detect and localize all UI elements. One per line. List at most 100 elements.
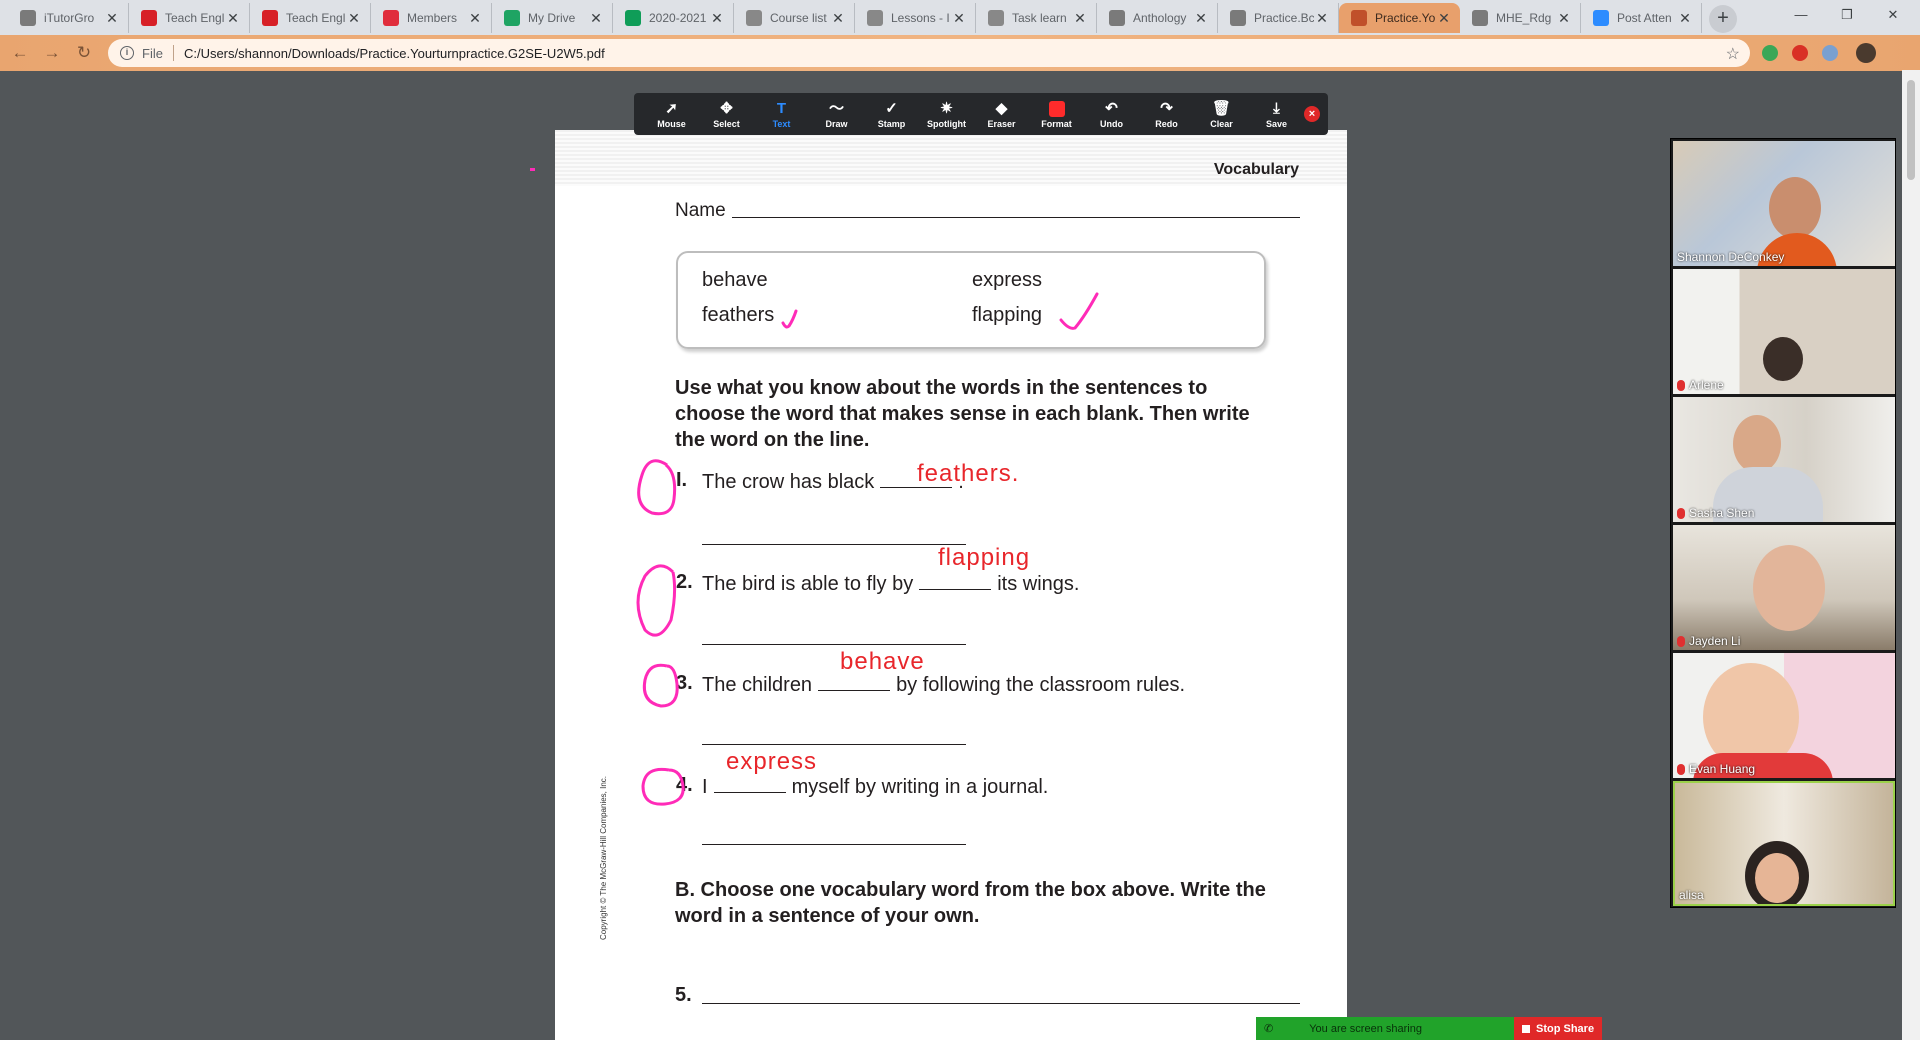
- browser-tab[interactable]: 2020-2021 ✕: [613, 3, 734, 33]
- restore-icon[interactable]: ❐: [1824, 0, 1870, 30]
- browser-tab[interactable]: iTutorGro ✕: [8, 3, 129, 33]
- question-number: 4.: [676, 774, 693, 796]
- tool-redo-button[interactable]: ↷ Redo: [1139, 99, 1194, 129]
- tool-label: Mouse: [657, 119, 686, 129]
- circle-ink: [642, 663, 679, 708]
- close-annotation-icon[interactable]: ×: [1304, 106, 1320, 122]
- tool-mouse-button[interactable]: ➚ Mouse: [644, 99, 699, 129]
- reload-icon[interactable]: ↻: [72, 41, 96, 65]
- close-tab-icon[interactable]: ✕: [1072, 10, 1088, 27]
- page-scrollbar[interactable]: [1902, 70, 1920, 1040]
- muted-mic-icon: [1677, 763, 1685, 775]
- globe-icon: [1230, 10, 1246, 26]
- tab-title: My Drive: [528, 11, 576, 25]
- share-status[interactable]: ✆ You are screen sharing: [1256, 1017, 1515, 1040]
- close-tab-icon[interactable]: ✕: [1556, 10, 1572, 27]
- close-window-icon[interactable]: ✕: [1870, 0, 1916, 30]
- question-before: The crow has black: [702, 471, 875, 493]
- question-number: 3.: [676, 672, 693, 694]
- phone-icon: ✆: [1264, 1023, 1274, 1035]
- participant-name: Evan Huang: [1677, 762, 1755, 776]
- screen-share-bar: ✆ You are screen sharing Stop Share: [1256, 1017, 1602, 1040]
- tool-save-button[interactable]: ⤓ Save: [1249, 99, 1304, 129]
- tool-label: Redo: [1155, 119, 1178, 129]
- handwritten-answer: feathers.: [917, 460, 1020, 487]
- tab-title: Members: [407, 11, 458, 25]
- browser-tab[interactable]: Teach Engl ✕: [129, 3, 250, 33]
- participant-name: Sasha Shen: [1677, 506, 1754, 520]
- tool-draw-button[interactable]: 〜 Draw: [809, 99, 864, 129]
- close-tab-icon[interactable]: ✕: [467, 10, 483, 27]
- name-label: Name: [675, 200, 726, 221]
- globe-icon: [1472, 10, 1488, 26]
- tab-title: Lessons - I: [891, 11, 950, 25]
- address-bar[interactable]: i File C:/Users/shannon/Downloads/Practi…: [108, 39, 1750, 67]
- browser-tab[interactable]: Task learn ✕: [976, 3, 1097, 33]
- drive-icon: [504, 10, 520, 26]
- tool-spotlight-button[interactable]: ✷ Spotlight: [919, 99, 974, 129]
- close-tab-icon[interactable]: ✕: [1677, 10, 1693, 27]
- browser-tab[interactable]: Course list ✕: [734, 3, 855, 33]
- video-tile[interactable]: Shannon DeConkey: [1673, 141, 1895, 266]
- close-tab-icon[interactable]: ✕: [951, 10, 967, 27]
- video-tile[interactable]: alisa: [1673, 781, 1895, 906]
- new-tab-button[interactable]: +: [1709, 5, 1737, 33]
- question-number: 5.: [675, 984, 692, 1006]
- tool-select-button[interactable]: ✥ Select: [699, 99, 754, 129]
- question-before: The children: [702, 674, 813, 696]
- profile-avatar[interactable]: [1856, 43, 1876, 63]
- redo-icon: ↷: [1160, 100, 1173, 117]
- circle-ink: [637, 459, 677, 516]
- bookmark-star-icon[interactable]: ☆: [1726, 44, 1740, 64]
- participant-video: [1733, 415, 1781, 473]
- close-tab-icon[interactable]: ✕: [830, 10, 846, 27]
- tool-eraser-button[interactable]: ◆ Eraser: [974, 99, 1029, 129]
- blank: [818, 677, 891, 691]
- tool-clear-button[interactable]: 🗑 Clear: [1194, 99, 1249, 129]
- close-tab-icon[interactable]: ✕: [588, 10, 604, 27]
- browser-tab[interactable]: Post Atten ✕: [1581, 3, 1702, 33]
- browser-tab[interactable]: Practice.Yo ✕: [1339, 3, 1460, 33]
- browser-tab[interactable]: Lessons - I ✕: [855, 3, 976, 33]
- video-tile[interactable]: Evan Huang: [1673, 653, 1895, 778]
- answer-line: [702, 644, 966, 645]
- stop-share-button[interactable]: Stop Share: [1514, 1017, 1602, 1040]
- browser-tab[interactable]: My Drive ✕: [492, 3, 613, 33]
- extension-puzzle-icon[interactable]: [1822, 45, 1838, 61]
- tool-stamp-button[interactable]: ✓ Stamp: [864, 99, 919, 129]
- browser-tab[interactable]: MHE_Rdg ✕: [1460, 3, 1581, 33]
- browser-tab[interactable]: Teach Engl ✕: [250, 3, 371, 33]
- close-tab-icon[interactable]: ✕: [709, 10, 725, 27]
- video-tile[interactable]: Jayden Li: [1673, 525, 1895, 650]
- close-tab-icon[interactable]: ✕: [1436, 10, 1452, 27]
- name-line: [732, 217, 1300, 218]
- browser-tab[interactable]: Practice.Bc ✕: [1218, 3, 1339, 33]
- close-tab-icon[interactable]: ✕: [1314, 10, 1330, 27]
- tool-label: Draw: [825, 119, 848, 129]
- minimize-icon[interactable]: —: [1778, 0, 1824, 30]
- tool-format-button[interactable]: Format: [1029, 99, 1084, 129]
- close-tab-icon[interactable]: ✕: [225, 10, 241, 27]
- tab-title: MHE_Rdg: [1496, 11, 1552, 25]
- video-tile[interactable]: Sasha Shen: [1673, 397, 1895, 522]
- browser-tab[interactable]: Members ✕: [371, 3, 492, 33]
- tab-title: Anthology: [1133, 11, 1187, 25]
- extension-red-icon[interactable]: [1792, 45, 1808, 61]
- site-info-icon[interactable]: i: [120, 46, 134, 60]
- participant-video: [1763, 337, 1803, 381]
- close-tab-icon[interactable]: ✕: [346, 10, 362, 27]
- video-tile[interactable]: Arlene: [1673, 269, 1895, 394]
- tool-undo-button[interactable]: ↶ Undo: [1084, 99, 1139, 129]
- tool-text-button[interactable]: T Text: [754, 99, 809, 129]
- url-text[interactable]: C:/Users/shannon/Downloads/Practice.Your…: [184, 46, 605, 61]
- extension-green-icon[interactable]: [1762, 45, 1778, 61]
- forward-icon[interactable]: →: [40, 41, 64, 65]
- close-tab-icon[interactable]: ✕: [104, 10, 120, 27]
- tool-label: Clear: [1210, 119, 1233, 129]
- browser-tab[interactable]: Anthology ✕: [1097, 3, 1218, 33]
- back-icon[interactable]: ←: [8, 41, 32, 65]
- close-tab-icon[interactable]: ✕: [1193, 10, 1209, 27]
- scrollbar-thumb[interactable]: [1907, 80, 1915, 180]
- i-brand-icon: [262, 10, 278, 26]
- doc-icon: [746, 10, 762, 26]
